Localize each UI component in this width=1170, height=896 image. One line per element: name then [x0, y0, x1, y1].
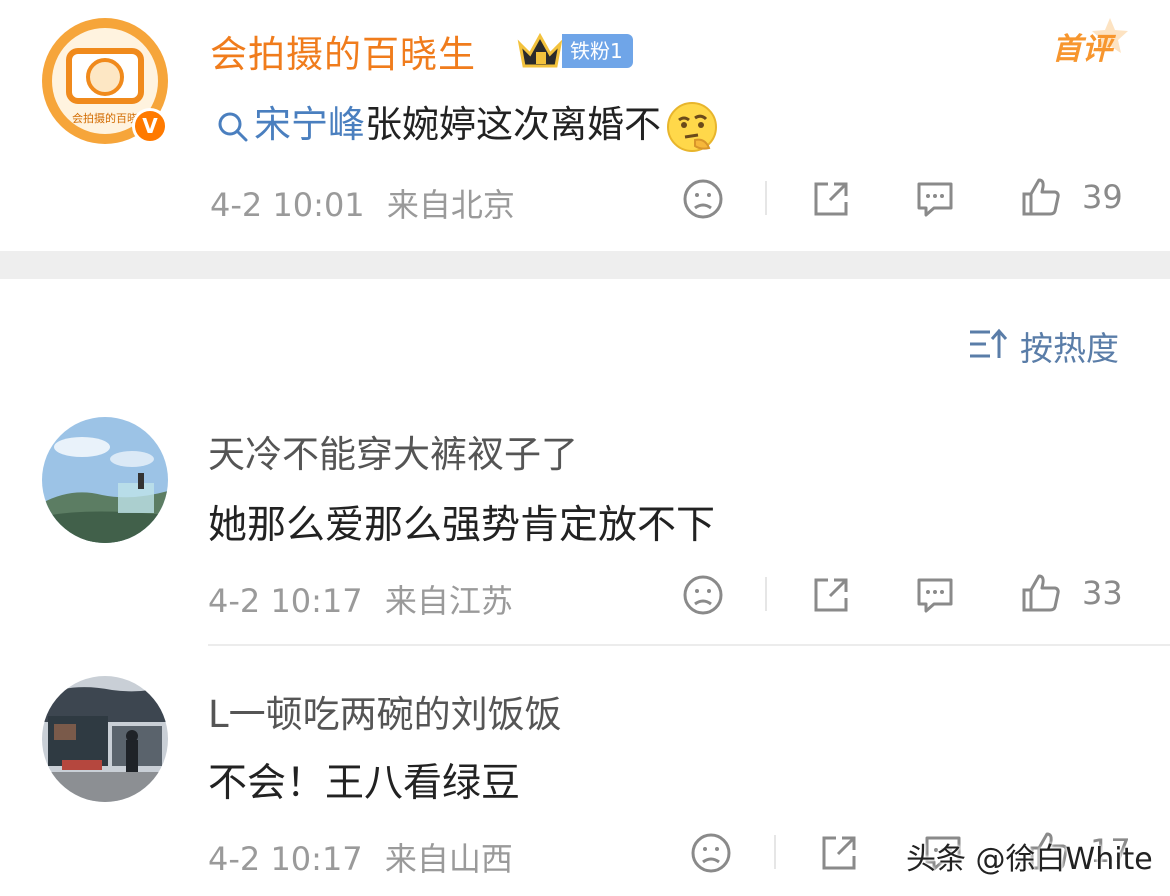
post-content: 宋宁峰张婉婷这次离婚不: [216, 94, 719, 154]
post-location: 来自北京: [386, 186, 515, 224]
thumbs-up-icon[interactable]: [1020, 176, 1062, 218]
topic-link[interactable]: 宋宁峰: [254, 103, 365, 146]
comment-location: 来自山西: [384, 840, 513, 878]
comment-author-name[interactable]: L一顿吃两碗的刘饭饭: [208, 684, 562, 738]
section-separator: [0, 251, 1170, 279]
share-icon[interactable]: [818, 832, 860, 874]
dislike-face-icon[interactable]: [682, 574, 724, 616]
comment-location: 来自江苏: [384, 582, 513, 620]
thumbs-up-icon[interactable]: [1020, 572, 1062, 614]
dislike-face-icon[interactable]: [682, 178, 724, 220]
comment-author-name[interactable]: 天冷不能穿大裤衩子了: [208, 424, 578, 478]
fan-level-badge: 铁粉1: [562, 34, 633, 68]
comment-divider: [208, 644, 1170, 646]
share-icon[interactable]: [810, 574, 852, 616]
action-divider: [765, 181, 767, 215]
search-icon: [216, 110, 250, 144]
sort-by-hot-button[interactable]: 按热度: [1020, 322, 1119, 370]
post-text: 张婉婷这次离婚不: [365, 103, 661, 146]
verified-badge: V: [132, 108, 168, 144]
action-divider: [774, 835, 776, 869]
comment-avatar[interactable]: [42, 417, 168, 543]
comment-icon[interactable]: [914, 574, 956, 616]
first-comment-label: 首评: [1052, 32, 1112, 67]
post-like-count: 39: [1082, 178, 1123, 216]
share-icon[interactable]: [810, 178, 852, 220]
sort-icon[interactable]: [968, 326, 1008, 362]
watermark: 头条 @徐白White: [906, 842, 1153, 877]
comment-icon[interactable]: [914, 178, 956, 220]
comment-like-count: 33: [1082, 574, 1123, 612]
comment-avatar[interactable]: [42, 676, 168, 802]
thinking-face-emoji: [665, 100, 719, 154]
comment-time: 4-2 10:17: [208, 840, 363, 878]
post-author-name[interactable]: 会拍摄的百晓生: [210, 24, 476, 78]
comment-text: 不会！王八看绿豆: [208, 761, 521, 806]
post-time: 4-2 10:01: [210, 186, 365, 224]
crown-icon: [517, 32, 563, 68]
comment-time: 4-2 10:17: [208, 582, 363, 620]
action-divider: [765, 577, 767, 611]
dislike-face-icon[interactable]: [690, 832, 732, 874]
comment-text: 她那么爱那么强势肯定放不下: [208, 503, 716, 548]
